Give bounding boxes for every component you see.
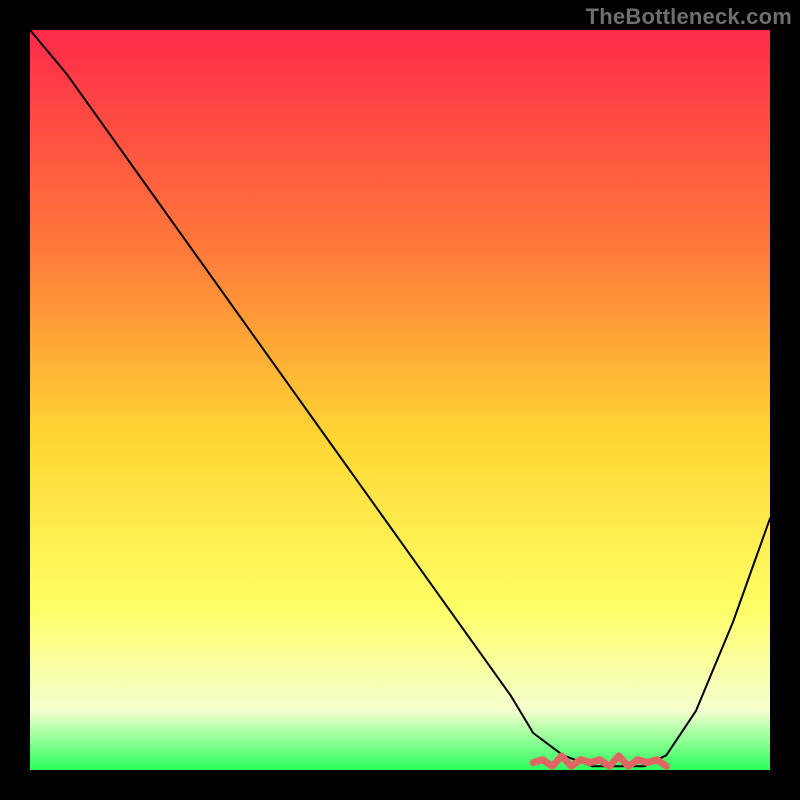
plot-area: [30, 30, 770, 770]
gradient-background: [30, 30, 770, 770]
chart-frame: TheBottleneck.com: [0, 0, 800, 800]
watermark-text: TheBottleneck.com: [586, 4, 792, 30]
chart-svg: [30, 30, 770, 770]
